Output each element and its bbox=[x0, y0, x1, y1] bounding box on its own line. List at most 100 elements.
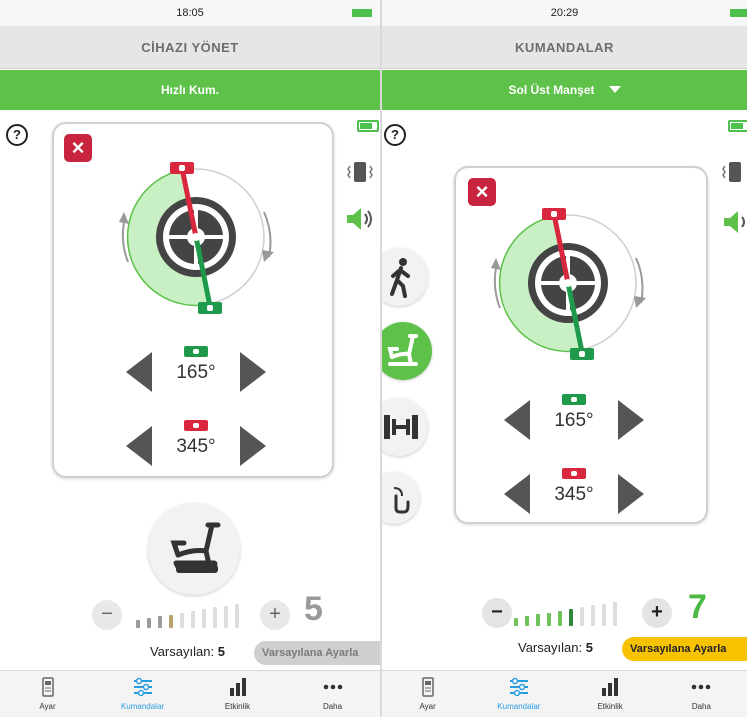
increase-start-arrow-icon[interactable] bbox=[240, 352, 266, 392]
decrease-level-button[interactable]: − bbox=[482, 598, 512, 628]
increase-level-button[interactable]: + bbox=[260, 600, 290, 630]
level-bar bbox=[136, 620, 140, 628]
bike-icon bbox=[387, 334, 418, 366]
increase-end-arrow-icon[interactable] bbox=[240, 426, 266, 466]
end-marker-icon bbox=[184, 420, 208, 431]
tab-daha[interactable]: Daha bbox=[285, 671, 380, 717]
device-battery-icon bbox=[357, 120, 379, 132]
level-bar bbox=[525, 616, 529, 626]
bike-mode-button[interactable] bbox=[382, 322, 432, 380]
set-default-button[interactable]: Varsayılana Ayarla bbox=[254, 641, 380, 665]
tab-label: Ayar bbox=[39, 702, 56, 711]
help-button[interactable]: ? bbox=[384, 124, 406, 146]
tab-kumandalar[interactable]: Kumandalar bbox=[473, 671, 564, 717]
more-dots-icon bbox=[689, 677, 713, 697]
decrease-start-arrow-icon[interactable] bbox=[504, 400, 530, 440]
sliders-icon bbox=[507, 677, 531, 697]
status-time: 20:29 bbox=[550, 7, 579, 19]
tab-label: Kumandalar bbox=[120, 702, 165, 711]
level-bar bbox=[514, 618, 518, 626]
status-bar: 18:05 bbox=[0, 0, 380, 26]
location-selector-label: Sol Üst Manşet bbox=[382, 70, 747, 110]
bike-mode-button[interactable] bbox=[148, 503, 240, 595]
tab-label: Daha bbox=[322, 702, 343, 711]
vibrate-icon[interactable] bbox=[720, 160, 747, 184]
tab-label: Etkinlik bbox=[224, 702, 251, 711]
increase-start-arrow-icon[interactable] bbox=[618, 400, 644, 440]
default-row: Varsayılan: 5 Varsayılana Ayarla bbox=[0, 641, 380, 665]
decrease-end-arrow-icon[interactable] bbox=[126, 426, 152, 466]
close-button[interactable]: × bbox=[64, 134, 92, 162]
tab-ayar[interactable]: Ayar bbox=[382, 671, 473, 717]
decrease-end-arrow-icon[interactable] bbox=[504, 474, 530, 514]
chevron-down-icon bbox=[608, 86, 621, 93]
level-bar bbox=[224, 605, 228, 628]
bike-icon bbox=[170, 522, 221, 573]
level-bar bbox=[158, 616, 162, 628]
level-bar bbox=[180, 612, 184, 628]
vibrate-icon[interactable] bbox=[345, 160, 375, 184]
walk-icon bbox=[390, 258, 410, 298]
range-card: × 165° 345° bbox=[454, 166, 708, 524]
screen-manage-device: 18:05 CİHAZI YÖNET Hızlı Kum. ? × 165° 3… bbox=[0, 0, 380, 717]
battery-icon bbox=[730, 9, 747, 17]
level-bar bbox=[169, 614, 173, 628]
default-label: Varsayılan: 5 bbox=[518, 640, 593, 655]
range-dial[interactable] bbox=[486, 198, 666, 368]
subheader-bar[interactable]: Hızlı Kum. bbox=[0, 70, 380, 110]
speaker-icon[interactable] bbox=[345, 205, 375, 233]
end-marker-icon bbox=[562, 468, 586, 479]
level-bar bbox=[213, 607, 217, 628]
walk-mode-button[interactable] bbox=[382, 248, 428, 306]
increase-level-button[interactable]: + bbox=[642, 598, 672, 628]
level-bar bbox=[191, 611, 195, 628]
tab-etkinlik[interactable]: Etkinlik bbox=[190, 671, 285, 717]
start-marker-icon bbox=[184, 346, 208, 357]
help-button[interactable]: ? bbox=[6, 124, 28, 146]
touch-icon bbox=[393, 487, 410, 514]
location-selector[interactable]: Sol Üst Manşet bbox=[382, 70, 747, 110]
tab-label: Etkinlik bbox=[597, 702, 623, 711]
level-bar bbox=[147, 618, 151, 628]
tab-etkinlik[interactable]: Etkinlik bbox=[565, 671, 656, 717]
end-angle-stepper: 345° bbox=[126, 418, 266, 472]
start-angle-stepper: 165° bbox=[126, 344, 266, 398]
range-dial[interactable] bbox=[114, 152, 284, 322]
bar-chart-icon bbox=[226, 677, 250, 697]
bar-chart-icon bbox=[598, 677, 622, 697]
tab-ayar[interactable]: Ayar bbox=[0, 671, 95, 717]
start-angle-value: 165° bbox=[176, 362, 216, 383]
tab-label: Kumandalar bbox=[497, 702, 541, 711]
dumbbell-icon bbox=[384, 415, 418, 439]
level-bar bbox=[569, 609, 573, 626]
settings-device-icon bbox=[36, 677, 60, 697]
battery-icon bbox=[352, 9, 372, 17]
page-title: CİHAZI YÖNET bbox=[141, 40, 239, 55]
decrease-level-button[interactable]: − bbox=[92, 600, 122, 630]
level-bar bbox=[202, 609, 206, 628]
speaker-icon[interactable] bbox=[722, 208, 747, 236]
decrease-start-arrow-icon[interactable] bbox=[126, 352, 152, 392]
more-dots-icon bbox=[321, 677, 345, 697]
tab-kumandalar[interactable]: Kumandalar bbox=[95, 671, 190, 717]
default-label: Varsayılan: 5 bbox=[150, 644, 225, 659]
touch-mode-button[interactable] bbox=[382, 472, 420, 524]
page-title: KUMANDALAR bbox=[515, 40, 614, 55]
intensity-control: − + 7 bbox=[382, 588, 747, 634]
screens: 18:05 CİHAZI YÖNET Hızlı Kum. ? × 165° 3… bbox=[0, 0, 747, 717]
end-angle-value: 345° bbox=[554, 484, 594, 505]
start-marker-icon bbox=[562, 394, 586, 405]
level-bar bbox=[235, 603, 239, 628]
level-bars bbox=[136, 602, 252, 628]
end-angle-value: 345° bbox=[176, 436, 216, 457]
set-default-button[interactable]: Varsayılana Ayarla bbox=[622, 637, 747, 661]
weights-mode-button[interactable] bbox=[382, 398, 428, 456]
tab-daha[interactable]: Daha bbox=[656, 671, 747, 717]
level-bar bbox=[613, 601, 617, 626]
end-angle-stepper: 345° bbox=[504, 466, 644, 520]
level-value: 7 bbox=[688, 588, 707, 626]
settings-device-icon bbox=[416, 677, 440, 697]
increase-end-arrow-icon[interactable] bbox=[618, 474, 644, 514]
level-bar bbox=[558, 610, 562, 626]
tab-bar: Ayar Kumandalar Etkinlik Daha bbox=[0, 670, 380, 717]
